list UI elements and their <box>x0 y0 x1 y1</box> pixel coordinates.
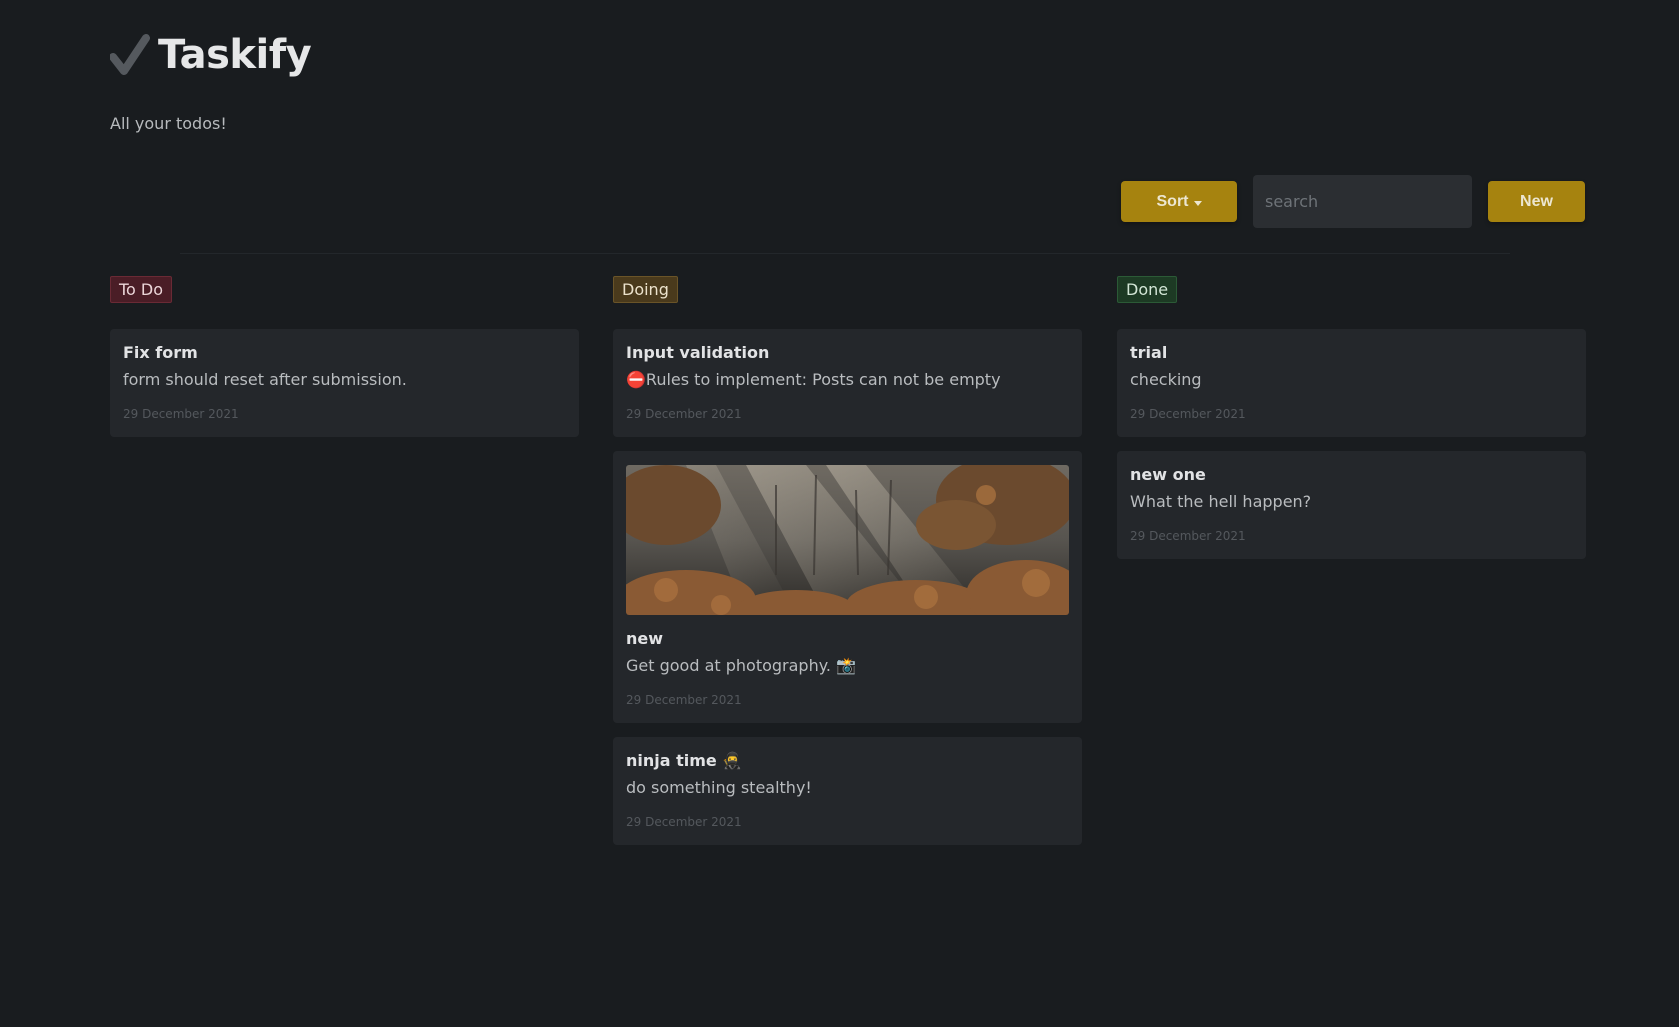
card-title: new one <box>1130 465 1206 484</box>
card-description: checking <box>1130 370 1202 389</box>
column-doing: Doing Input validation ⛔Rules to impleme… <box>613 276 1082 859</box>
card-title: Fix form <box>123 343 198 362</box>
new-button[interactable]: New <box>1488 181 1585 222</box>
card-date: 29 December 2021 <box>1130 529 1246 543</box>
card-description: ⛔Rules to implement: Posts can not be em… <box>626 370 1001 389</box>
task-card[interactable]: ninja time 🥷 do something stealthy! 29 D… <box>613 737 1082 845</box>
column-todo: To Do Fix form form should reset after s… <box>110 276 579 451</box>
checkmark-logo-icon <box>110 34 150 75</box>
task-card[interactable]: new Get good at photography. 📸 29 Decemb… <box>613 451 1082 723</box>
column-done: Done trial checking 29 December 2021 new… <box>1117 276 1586 573</box>
column-badge-done: Done <box>1117 276 1178 303</box>
card-title: Input validation <box>626 343 770 362</box>
card-title: ninja time 🥷 <box>626 751 743 770</box>
card-title: new <box>626 629 664 648</box>
card-date: 29 December 2021 <box>626 815 742 829</box>
sort-button-label: Sort <box>1156 192 1189 210</box>
card-date: 29 December 2021 <box>123 407 239 421</box>
divider <box>180 253 1510 254</box>
column-badge-doing: Doing <box>613 276 678 303</box>
card-date: 29 December 2021 <box>1130 407 1246 421</box>
column-badge-todo: To Do <box>110 276 173 303</box>
card-description: Get good at photography. 📸 <box>626 656 857 675</box>
toolbar: Sort New <box>1121 175 1585 228</box>
search-input[interactable] <box>1253 175 1472 228</box>
card-title: trial <box>1130 343 1168 362</box>
sort-button[interactable]: Sort <box>1121 181 1237 222</box>
card-description: form should reset after submission. <box>123 370 407 389</box>
page-subtitle: All your todos! <box>110 114 227 133</box>
page: Taskify All your todos! Sort New To Do F… <box>0 0 1679 1027</box>
task-card[interactable]: new one What the hell happen? 29 Decembe… <box>1117 451 1586 559</box>
caret-down-icon <box>1193 201 1202 206</box>
task-card[interactable]: Input validation ⛔Rules to implement: Po… <box>613 329 1082 437</box>
task-card[interactable]: Fix form form should reset after submiss… <box>110 329 579 437</box>
app-title: Taskify <box>158 32 312 78</box>
card-date: 29 December 2021 <box>626 407 742 421</box>
app-header: Taskify <box>110 32 312 78</box>
task-card[interactable]: trial checking 29 December 2021 <box>1117 329 1586 437</box>
forest-photo-image <box>626 465 1069 615</box>
card-date: 29 December 2021 <box>626 693 742 707</box>
card-description: What the hell happen? <box>1130 492 1312 511</box>
card-description: do something stealthy! <box>626 778 812 797</box>
